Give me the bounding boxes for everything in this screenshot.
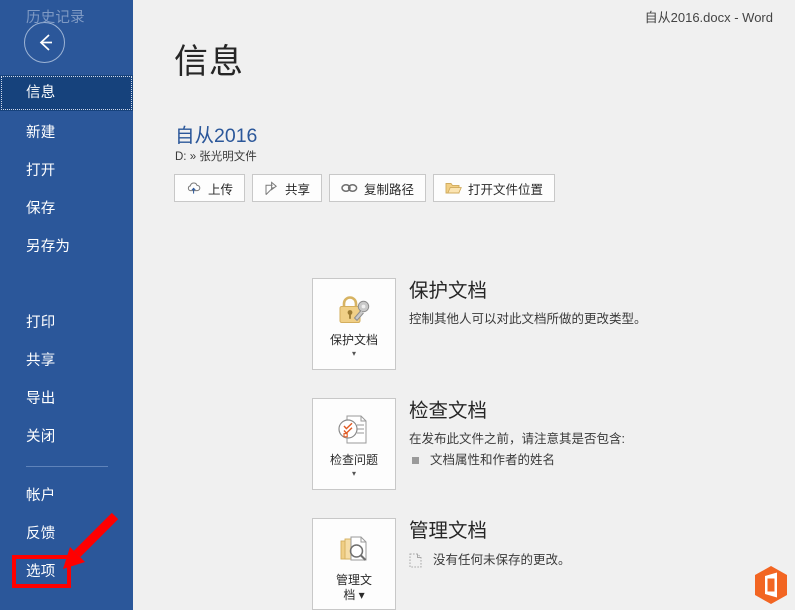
sidebar-item-label: 新建 xyxy=(26,125,56,141)
protect-document-description: 控制其他人可以对此文档所做的更改类型。 xyxy=(409,312,647,326)
manage-document-bullet-text: 没有任何未保存的更改。 xyxy=(433,553,571,567)
share-button[interactable]: 共享 xyxy=(252,174,323,202)
protect-document-heading: 保护文档 xyxy=(409,280,488,302)
manage-document-bullet: 没有任何未保存的更改。 xyxy=(409,550,571,574)
manage-document-tile[interactable]: 管理文 档 ▾ xyxy=(312,518,396,610)
copy-path-button[interactable]: 复制路径 xyxy=(329,174,427,202)
document-path: D: » 张光明文件 xyxy=(175,151,257,163)
sidebar-item-label: 打开 xyxy=(26,163,56,179)
sidebar-item-open[interactable]: 打开 xyxy=(0,153,133,189)
watermark: Office教程网 www.office26.com xyxy=(753,565,795,610)
chevron-down-icon: ▾ xyxy=(351,469,356,478)
manage-document-heading: 管理文档 xyxy=(409,520,488,542)
sidebar-item-label: 帐户 xyxy=(26,488,56,504)
bullet-square-icon xyxy=(412,457,419,464)
link-icon xyxy=(341,182,358,194)
sidebar-item-label: 共享 xyxy=(26,353,56,369)
inspect-document-tile-label: 检查问题 xyxy=(329,453,378,467)
upload-button[interactable]: 上传 xyxy=(174,174,246,202)
sidebar-item-label: 打印 xyxy=(26,315,56,331)
copy-path-button-label: 复制路径 xyxy=(364,182,415,197)
lock-key-icon xyxy=(334,291,374,329)
inspect-document-tile[interactable]: 检查问题 ▾ xyxy=(312,398,396,490)
office-hexagon-logo xyxy=(753,565,789,610)
share-button-label: 共享 xyxy=(285,182,311,197)
sidebar-item-options[interactable]: 选项 xyxy=(0,554,133,590)
document-action-toolbar: 上传 共享 复制路径 打开文件位置 xyxy=(174,174,556,202)
window-title: 自从2016.docx - Word xyxy=(644,10,773,25)
open-file-location-button[interactable]: 打开文件位置 xyxy=(433,174,556,202)
sidebar-item-feedback[interactable]: 反馈 xyxy=(0,516,133,552)
inspect-document-bullet: 文档属性和作者的姓名 xyxy=(409,450,625,470)
inspect-document-icon xyxy=(334,411,374,449)
section-manage-document: 管理文 档 ▾ 管理文档 没有任何未保存的更改。 xyxy=(312,518,782,610)
section-protect-document: 保护文档 ▾ 保护文档 控制其他人可以对此文档所做的更改类型。 xyxy=(312,278,782,370)
sidebar-item-history: 历史记录 xyxy=(0,0,133,36)
open-file-location-button-label: 打开文件位置 xyxy=(468,182,544,197)
upload-button-label: 上传 xyxy=(208,182,234,197)
manage-document-icon xyxy=(334,531,374,569)
sidebar-item-label: 保存 xyxy=(26,201,56,217)
inspect-document-bullet-text: 文档属性和作者的姓名 xyxy=(430,453,556,467)
share-icon xyxy=(264,180,279,196)
manage-document-tile-label: 管理文 档 ▾ xyxy=(335,573,372,602)
sidebar-item-label: 选项 xyxy=(26,564,56,580)
sidebar-item-label: 历史记录 xyxy=(26,10,85,26)
manage-document-body: 管理文档 没有任何未保存的更改。 xyxy=(409,518,571,574)
protect-document-body: 保护文档 控制其他人可以对此文档所做的更改类型。 xyxy=(409,278,647,329)
inspect-document-description: 在发布此文件之前，请注意其是否包含: xyxy=(409,432,625,446)
protect-document-tile-label: 保护文档 xyxy=(329,333,378,347)
cloud-upload-icon xyxy=(186,181,202,195)
folder-open-icon xyxy=(445,181,462,195)
sidebar-item-export[interactable]: 导出 xyxy=(0,381,133,417)
backstage-sidebar: 信息 新建 打开 保存 另存为 历史记录 打印 共享 导出 关闭 帐户 反馈 选… xyxy=(0,0,133,610)
word-backstage-info-screen: 信息 新建 打开 保存 另存为 历史记录 打印 共享 导出 关闭 帐户 反馈 选… xyxy=(0,0,795,610)
sidebar-item-info[interactable]: 信息 xyxy=(0,75,133,111)
inspect-document-heading: 检查文档 xyxy=(409,400,488,422)
section-inspect-document: 检查问题 ▾ 检查文档 在发布此文件之前，请注意其是否包含: 文档属性和作者的姓… xyxy=(312,398,782,490)
sidebar-item-label: 另存为 xyxy=(26,239,71,255)
document-name-link[interactable]: 自从2016 xyxy=(175,119,257,148)
page-title: 信息 xyxy=(174,43,244,81)
sidebar-item-share[interactable]: 共享 xyxy=(0,343,133,379)
backstage-main-pane: 自从2016.docx - Word 信息 自从2016 D: » 张光明文件 … xyxy=(133,0,795,610)
sidebar-item-label: 关闭 xyxy=(26,429,56,445)
document-outline-icon xyxy=(409,553,422,574)
sidebar-item-print[interactable]: 打印 xyxy=(0,305,133,341)
sidebar-item-new[interactable]: 新建 xyxy=(0,115,133,151)
sidebar-item-label: 反馈 xyxy=(26,526,56,542)
sidebar-separator xyxy=(26,466,108,467)
inspect-document-body: 检查文档 在发布此文件之前，请注意其是否包含: 文档属性和作者的姓名 xyxy=(409,398,625,470)
chevron-down-icon: ▾ xyxy=(351,349,356,358)
sidebar-item-account[interactable]: 帐户 xyxy=(0,478,133,514)
protect-document-tile[interactable]: 保护文档 ▾ xyxy=(312,278,396,370)
sidebar-item-save[interactable]: 保存 xyxy=(0,191,133,227)
sidebar-item-label: 信息 xyxy=(26,85,56,101)
sidebar-item-close[interactable]: 关闭 xyxy=(0,419,133,455)
sidebar-item-label: 导出 xyxy=(26,391,56,407)
sidebar-item-save-as[interactable]: 另存为 xyxy=(0,229,133,265)
